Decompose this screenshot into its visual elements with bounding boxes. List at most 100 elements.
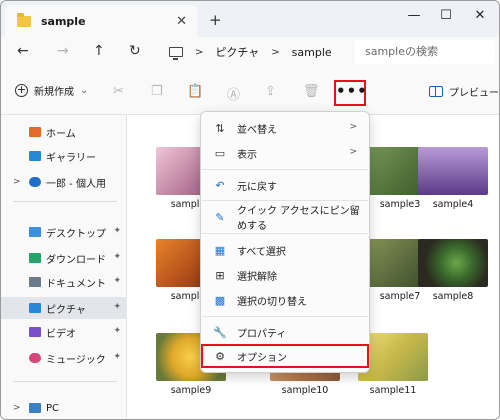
- pin-icon: ✦: [113, 326, 121, 336]
- sidebar-item-pictures[interactable]: ピクチャ ✦: [1, 297, 127, 319]
- select-none-icon: ⊞: [215, 268, 225, 282]
- image-thumbnail[interactable]: [418, 147, 488, 195]
- paste-icon[interactable]: 📋: [187, 84, 203, 99]
- plus-icon: +: [15, 83, 28, 97]
- menu-item-view[interactable]: ▭ 表示 >: [205, 141, 367, 165]
- pc-icon: [29, 403, 41, 413]
- file-name[interactable]: sample4: [411, 199, 495, 210]
- search-input[interactable]: sampleの検索: [355, 40, 495, 64]
- expand-chevron-icon[interactable]: >: [13, 177, 21, 187]
- refresh-button[interactable]: ↻: [129, 43, 141, 59]
- sidebar-item-desktop[interactable]: デスクトップ ✦: [1, 221, 127, 243]
- submenu-arrow-icon: >: [349, 147, 357, 157]
- sidebar-item-pc[interactable]: > PC: [1, 397, 127, 419]
- new-tab-button[interactable]: +: [209, 11, 222, 29]
- menu-item-select-none[interactable]: ⊞ 選択解除: [205, 263, 367, 287]
- breadcrumb-separator: >: [195, 46, 204, 58]
- invert-selection-icon: ▩: [214, 293, 226, 307]
- menu-item-label: プロパティ: [237, 328, 287, 340]
- menu-divider: [202, 233, 368, 234]
- menu-item-label: 表示: [237, 149, 257, 161]
- sidebar-item-label: デスクトップ: [46, 228, 106, 240]
- view-icon: ▭: [214, 146, 226, 160]
- up-button[interactable]: ↑: [93, 43, 105, 59]
- back-button[interactable]: ←: [17, 43, 29, 59]
- preview-pane-button[interactable]: プレビュー: [429, 84, 499, 99]
- maximize-button[interactable]: ☐: [431, 5, 461, 27]
- sidebar-item-label: ドキュメント: [46, 278, 106, 290]
- cut-icon[interactable]: ✂: [113, 84, 124, 99]
- menu-item-sort[interactable]: ⇅ 並べ替え >: [205, 116, 367, 140]
- forward-button[interactable]: →: [57, 43, 69, 59]
- video-icon: [29, 327, 41, 337]
- expand-chevron-icon[interactable]: >: [13, 403, 21, 413]
- wrench-icon: 🔧: [213, 325, 227, 339]
- pin-icon: ✦: [113, 276, 121, 286]
- tab-sample[interactable]: sample ✕: [5, 5, 197, 37]
- menu-item-pin-to-quick-access[interactable]: ✎ クイック アクセスにピン留めする: [205, 205, 367, 232]
- menu-item-properties[interactable]: 🔧 プロパティ: [205, 320, 367, 344]
- sidebar-divider: [13, 381, 117, 382]
- this-pc-icon: [169, 47, 183, 60]
- breadcrumb-separator: >: [271, 46, 280, 58]
- sidebar-item-videos[interactable]: ビデオ ✦: [1, 321, 127, 343]
- minimize-button[interactable]: —: [399, 5, 429, 27]
- copy-icon[interactable]: ❐: [151, 84, 163, 99]
- sidebar-divider: [13, 201, 117, 202]
- file-name[interactable]: sample8: [411, 291, 495, 302]
- sidebar-item-downloads[interactable]: ダウンロード ✦: [1, 247, 127, 269]
- see-more-button[interactable]: •••: [334, 80, 367, 106]
- menu-item-options[interactable]: ⚙ オプション: [201, 344, 369, 368]
- sidebar-item-label: ピクチャ: [46, 304, 86, 316]
- menu-item-select-all[interactable]: ▦ すべて選択: [205, 238, 367, 262]
- file-name[interactable]: sample10: [263, 385, 347, 396]
- navigation-bar: ← → ↑ ↻ > ピクチャ > sample sampleの検索: [1, 37, 499, 67]
- sidebar-item-label: 一郎 - 個人用: [46, 178, 106, 190]
- menu-item-invert-selection[interactable]: ▩ 選択の切り替え: [205, 288, 367, 312]
- address-bar[interactable]: > ピクチャ > sample: [161, 40, 347, 64]
- sidebar-item-documents[interactable]: ドキュメント ✦: [1, 271, 127, 293]
- breadcrumb-sample[interactable]: sample: [292, 46, 332, 59]
- menu-item-label: クイック アクセスにピン留めする: [237, 206, 360, 232]
- cloud-icon: [29, 177, 41, 187]
- sidebar-item-label: ミュージック: [46, 354, 106, 366]
- sidebar-item-home[interactable]: ホーム: [1, 121, 127, 143]
- sidebar-item-label: ビデオ: [46, 328, 76, 340]
- sidebar-item-label: ギャラリー: [46, 152, 96, 164]
- menu-item-label: オプション: [237, 352, 287, 364]
- close-window-button[interactable]: ✕: [465, 5, 495, 27]
- share-icon[interactable]: ⇪: [265, 84, 276, 99]
- menu-divider: [202, 200, 368, 201]
- menu-item-label: 選択解除: [237, 271, 277, 283]
- sidebar-item-music[interactable]: ミュージック ✦: [1, 347, 127, 369]
- sidebar-item-label: ダウンロード: [46, 254, 106, 266]
- new-button-label: 新規作成: [34, 87, 74, 98]
- pin-icon: ✎: [215, 210, 225, 224]
- breadcrumb-pictures[interactable]: ピクチャ: [215, 44, 259, 60]
- file-explorer-window: sample ✕ + — ☐ ✕ ← → ↑ ↻ > ピクチャ > sample…: [0, 0, 500, 420]
- delete-icon[interactable]: 🗑: [303, 84, 320, 99]
- preview-pane-icon: [429, 86, 443, 97]
- file-name[interactable]: sample9: [149, 385, 233, 396]
- see-more-menu: ⇅ 並べ替え > ▭ 表示 > ↶ 元に戻す ✎ クイック アクセスにピン留めす…: [200, 111, 370, 373]
- home-icon: [29, 127, 41, 137]
- menu-item-label: 元に戻す: [237, 181, 277, 193]
- pin-icon: ✦: [113, 302, 121, 312]
- menu-divider: [202, 169, 368, 170]
- image-thumbnail[interactable]: [418, 239, 488, 287]
- submenu-arrow-icon: >: [349, 122, 357, 132]
- rename-icon[interactable]: Ⓐ: [227, 84, 240, 103]
- tab-close-icon[interactable]: ✕: [176, 14, 187, 29]
- new-button[interactable]: + 新規作成 ⌄: [15, 83, 88, 98]
- desktop-icon: [29, 227, 41, 237]
- sort-icon: ⇅: [215, 121, 225, 135]
- sidebar-item-gallery[interactable]: ギャラリー: [1, 145, 127, 167]
- menu-item-undo[interactable]: ↶ 元に戻す: [205, 173, 367, 197]
- folder-icon: [17, 12, 31, 27]
- select-all-icon: ▦: [214, 243, 226, 257]
- tab-label: sample: [41, 14, 86, 28]
- title-bar: sample ✕ + — ☐ ✕: [1, 1, 499, 37]
- sidebar-item-onedrive[interactable]: > 一郎 - 個人用: [1, 171, 127, 193]
- file-name[interactable]: sample11: [351, 385, 435, 396]
- menu-item-label: 並べ替え: [237, 124, 277, 136]
